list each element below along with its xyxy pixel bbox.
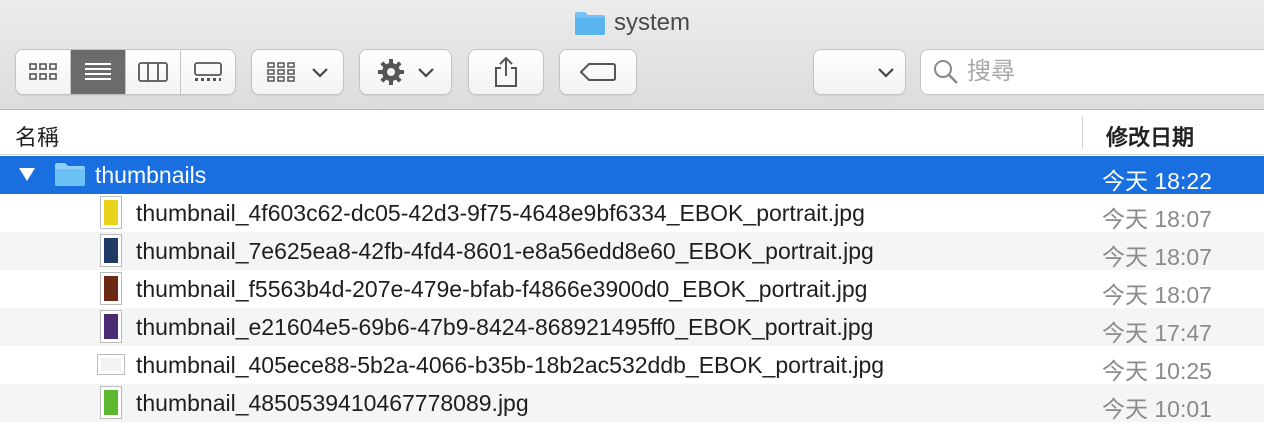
image-thumbnail-icon <box>100 196 122 229</box>
list-icon <box>85 63 111 80</box>
file-date: 今天 18:07 <box>1102 244 1212 270</box>
grid-icon <box>29 63 57 80</box>
folder-icon <box>574 12 605 35</box>
gear-icon <box>377 59 404 85</box>
action-button[interactable] <box>359 49 452 95</box>
list-view-button[interactable] <box>71 50 126 94</box>
file-name: thumbnail_7e625ea8-42fb-4fd4-8601-e8a56e… <box>136 238 874 264</box>
folder-icon <box>55 163 85 186</box>
file-row[interactable]: thumbnail_f5563b4d-207e-479e-bfab-f4866e… <box>0 270 1264 308</box>
share-button[interactable] <box>468 49 544 95</box>
date-modified-column-header[interactable]: 修改日期 <box>1106 120 1194 152</box>
file-date: 今天 17:47 <box>1102 320 1212 346</box>
gallery-icon <box>194 62 222 81</box>
search-input[interactable] <box>967 58 1247 86</box>
search-field[interactable] <box>920 49 1264 95</box>
toolbar: system <box>0 0 1264 110</box>
column-divider[interactable] <box>1082 116 1083 149</box>
file-row[interactable]: thumbnail_405ece88-5b2a-4066-b35b-18b2ac… <box>0 346 1264 384</box>
folder-row-thumbnails[interactable]: thumbnails 今天 18:22 <box>0 156 1264 194</box>
file-date: 今天 18:07 <box>1102 206 1212 232</box>
file-name: thumbnail_4850539410467778089.jpg <box>136 390 529 416</box>
group-icon <box>266 62 295 82</box>
folder-date: 今天 18:22 <box>1102 168 1212 194</box>
file-row[interactable]: thumbnail_4f603c62-dc05-42d3-9f75-4648e9… <box>0 194 1264 232</box>
file-name: thumbnail_4f603c62-dc05-42d3-9f75-4648e9… <box>136 200 865 226</box>
column-view-button[interactable] <box>126 50 181 94</box>
gallery-view-button[interactable] <box>181 50 235 94</box>
columns-icon <box>138 62 168 82</box>
image-thumbnail-icon <box>100 234 122 267</box>
tag-icon <box>579 63 616 81</box>
name-column-header[interactable]: 名稱 <box>15 120 59 152</box>
chevron-down-icon <box>417 68 434 78</box>
file-row[interactable]: thumbnail_7e625ea8-42fb-4fd4-8601-e8a56e… <box>0 232 1264 270</box>
chevron-down-icon <box>877 68 894 78</box>
file-date: 今天 10:01 <box>1102 396 1212 422</box>
search-icon <box>934 60 958 84</box>
window-title: system <box>613 9 690 36</box>
share-icon <box>495 56 517 87</box>
disclosure-triangle-icon[interactable] <box>18 166 36 182</box>
file-name: thumbnail_e21604e5-69b6-47b9-8424-868921… <box>136 314 874 340</box>
file-date: 今天 18:07 <box>1102 282 1212 308</box>
icon-view-button[interactable] <box>16 50 71 94</box>
tag-button[interactable] <box>559 49 637 95</box>
image-thumbnail-icon <box>100 386 122 419</box>
file-list: thumbnails 今天 18:22 thumbnail_4f603c62-d… <box>0 156 1264 422</box>
file-row[interactable]: thumbnail_e21604e5-69b6-47b9-8424-868921… <box>0 308 1264 346</box>
image-thumbnail-icon <box>97 354 125 375</box>
window-title-bar: system <box>0 8 1264 38</box>
file-name: thumbnail_405ece88-5b2a-4066-b35b-18b2ac… <box>136 352 885 378</box>
group-by-button[interactable] <box>251 49 344 95</box>
file-date: 今天 10:25 <box>1102 358 1212 384</box>
file-row[interactable]: thumbnail_4850539410467778089.jpg 今天 10:… <box>0 384 1264 422</box>
chevron-down-icon <box>311 68 328 78</box>
image-thumbnail-icon <box>100 310 122 343</box>
column-header: 名稱 修改日期 <box>0 110 1264 155</box>
path-dropdown[interactable] <box>813 49 906 95</box>
file-name: thumbnail_f5563b4d-207e-479e-bfab-f4866e… <box>136 276 868 302</box>
folder-name: thumbnails <box>95 162 207 188</box>
view-mode-control <box>15 49 236 95</box>
image-thumbnail-icon <box>100 272 122 305</box>
